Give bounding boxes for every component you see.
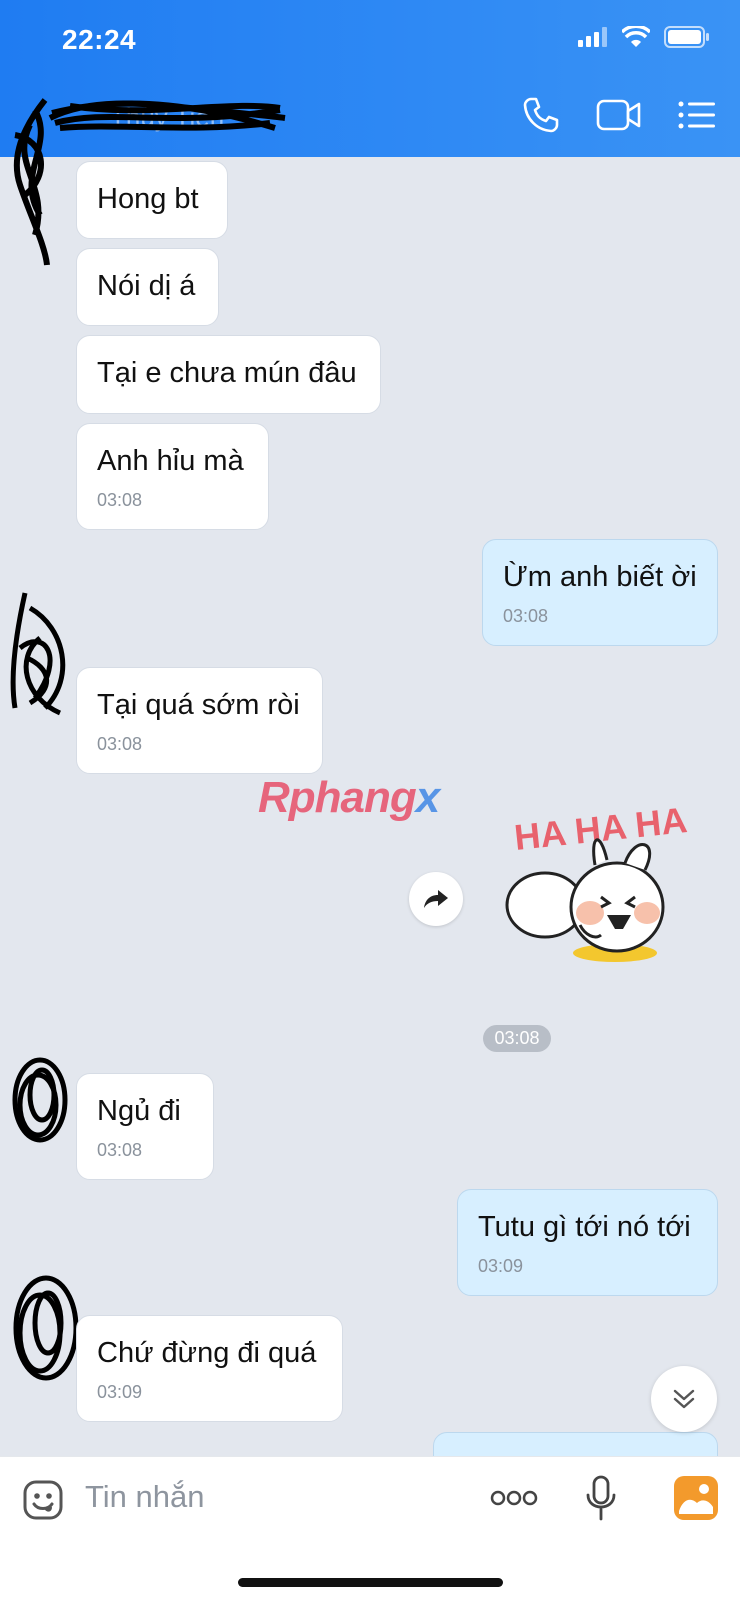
message-time: 03:09 [478, 1256, 524, 1276]
message-time: 03:08 [97, 1140, 143, 1160]
avatar[interactable] [5, 588, 80, 738]
chat-header: 22:24 Thủy Tiên [0, 0, 740, 157]
message-text: Nói dị á [97, 270, 196, 302]
message-text: Anh hỉu mà [97, 445, 244, 477]
more-icon[interactable] [490, 1489, 538, 1507]
emoji-icon[interactable] [22, 1479, 64, 1521]
avatar[interactable] [8, 1268, 83, 1398]
scroll-to-bottom-button[interactable] [651, 1366, 717, 1432]
avatar[interactable] [5, 95, 65, 270]
watermark-main: Rphang [258, 773, 417, 822]
message-received[interactable]: Hong bt [76, 161, 228, 239]
message-sent[interactable]: Tutu gì tới nó tới 03:09 [457, 1189, 718, 1296]
message-received[interactable]: Tại quá sớm ròi 03:08 [76, 667, 323, 774]
double-chevron-down-icon [673, 1389, 695, 1409]
message-text: Tại quá sớm ròi [97, 689, 300, 721]
message-text: Tại e chưa mún đâu [97, 357, 357, 389]
battery-icon [664, 26, 709, 48]
laughing-rabbit-sticker[interactable]: HA HA HA [485, 795, 720, 995]
wifi-icon [622, 26, 650, 47]
list-icon[interactable] [678, 100, 716, 130]
avatar[interactable] [8, 1045, 73, 1160]
watermark-accent: x [415, 773, 441, 822]
status-icons [578, 26, 710, 48]
status-time: 22:24 [62, 24, 137, 55]
message-text: Hong bt [97, 183, 199, 215]
name-scribble [48, 100, 286, 131]
microphone-icon[interactable] [585, 1475, 617, 1521]
message-input[interactable]: Tin nhắn [85, 1479, 205, 1515]
message-text: Chứ đừng đi quá [97, 1337, 317, 1369]
message-time: 03:08 [97, 734, 143, 754]
video-call-icon[interactable] [596, 98, 642, 132]
message-text: Ừm anh biết ời [503, 561, 697, 593]
message-received[interactable]: Chứ đừng đi quá 03:09 [76, 1315, 343, 1422]
message-received[interactable]: Nói dị á [76, 248, 219, 326]
message-time: 03:08 [503, 606, 549, 626]
forward-icon [424, 890, 448, 908]
watermark: Rphangx [258, 773, 441, 823]
message-sent[interactable]: Ừm anh biết ời 03:08 [482, 539, 718, 646]
message-time: 03:09 [97, 1382, 143, 1402]
forward-button[interactable] [409, 872, 463, 926]
home-indicator [238, 1578, 503, 1587]
message-text: Tutu gì tới nó tới [478, 1211, 691, 1243]
message-time: 03:08 [97, 490, 143, 510]
message-received[interactable]: Ngủ đi 03:08 [76, 1073, 214, 1180]
message-received[interactable]: Anh hỉu mà 03:08 [76, 423, 269, 530]
phone-icon[interactable] [522, 96, 560, 134]
sticker-time: 03:08 [483, 1025, 551, 1052]
message-text: Ngủ đi [97, 1095, 181, 1127]
header-actions [522, 96, 716, 134]
image-icon[interactable] [673, 1475, 719, 1521]
signal-icon [578, 27, 607, 47]
message-received[interactable]: Tại e chưa mún đâu [76, 335, 381, 414]
